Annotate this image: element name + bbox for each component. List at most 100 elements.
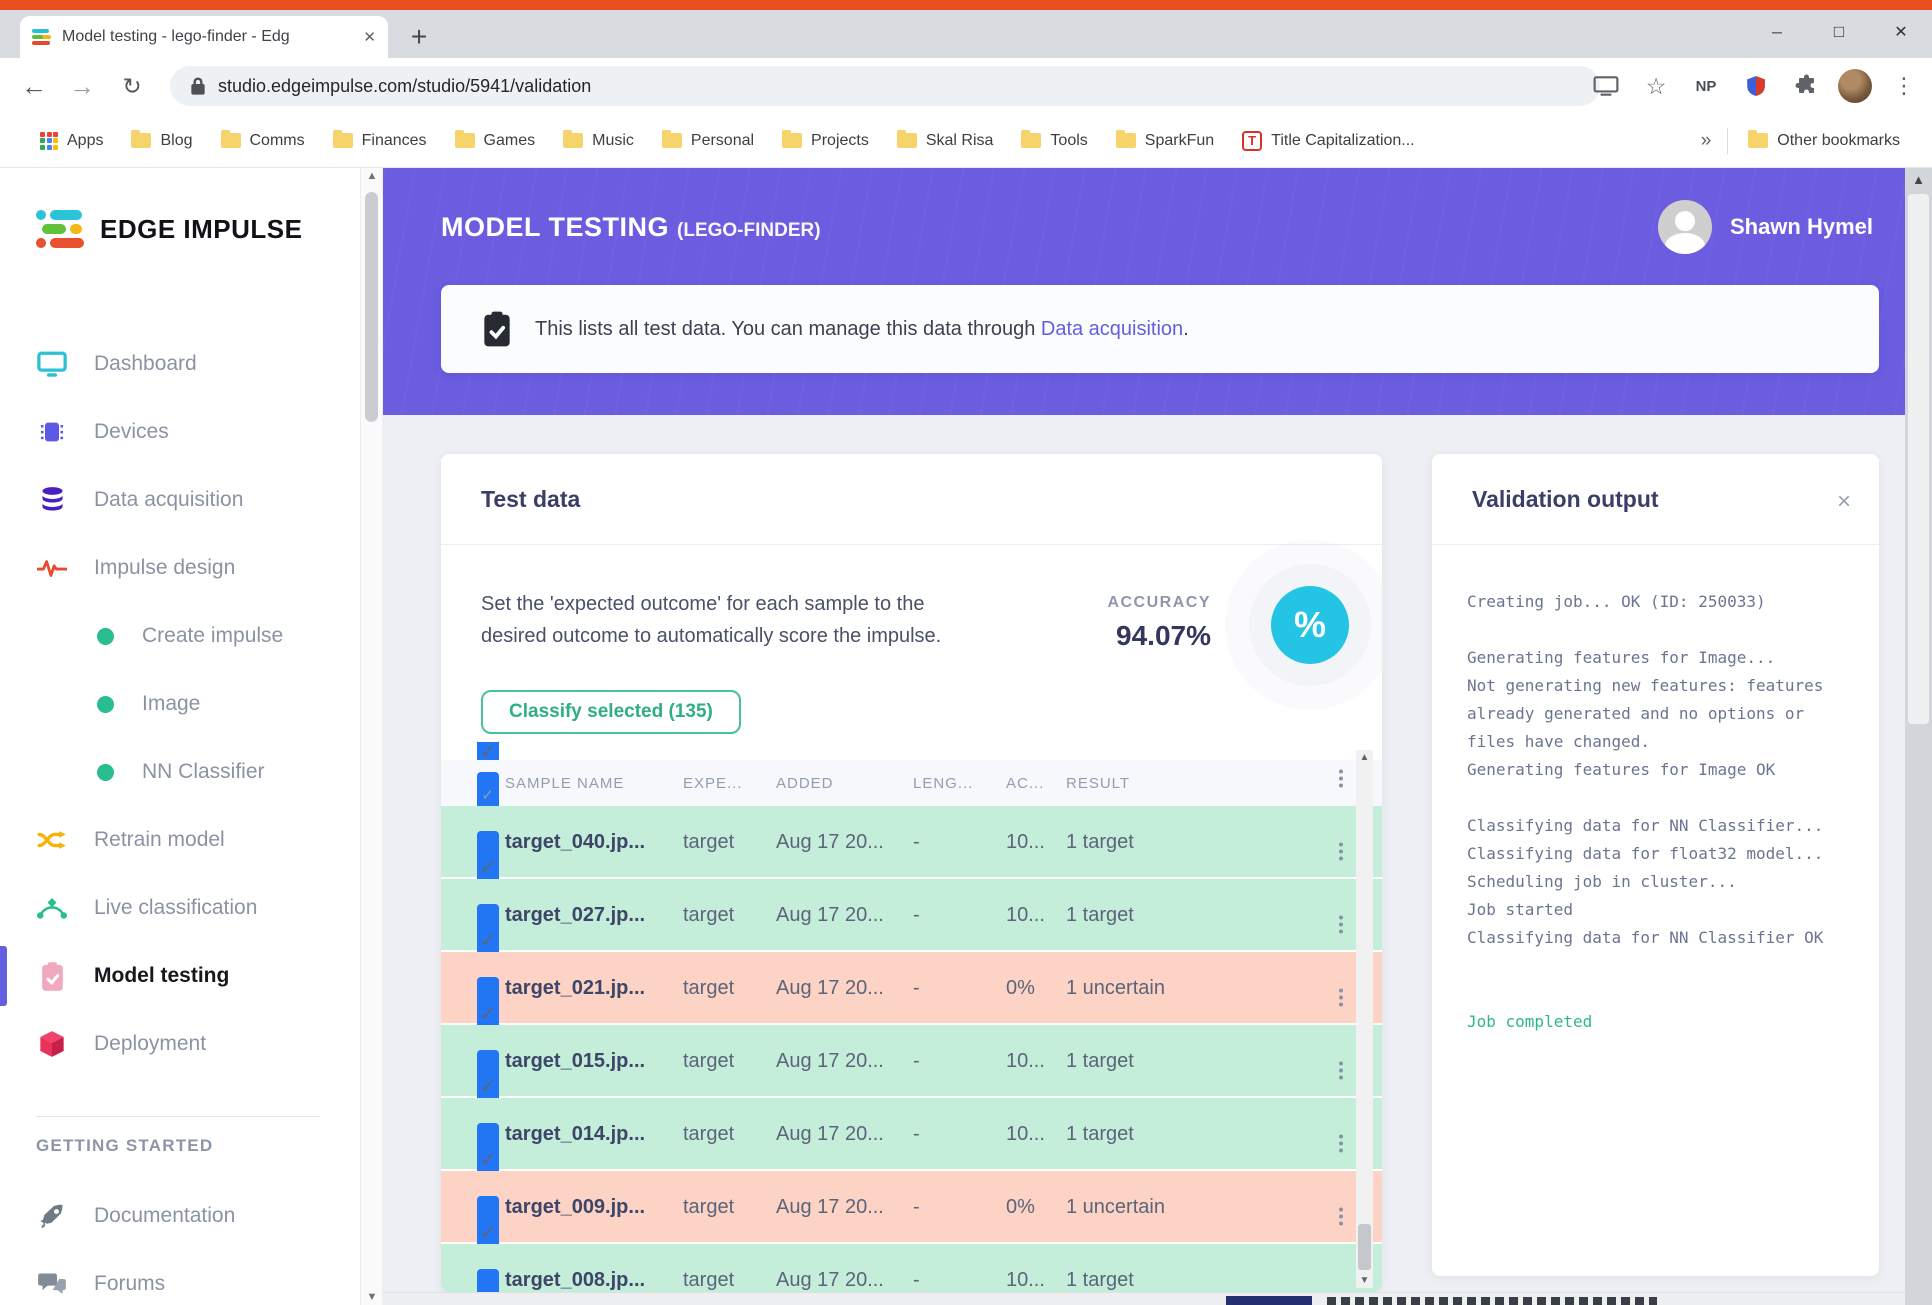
close-icon[interactable] (1870, 10, 1932, 54)
row-checkbox[interactable] (477, 742, 499, 760)
bookmarks-overflow-icon[interactable]: » (1691, 130, 1722, 152)
bookmark-label: Skal Risa (925, 131, 994, 149)
sidebar-item-deployment[interactable]: Deployment (0, 1010, 360, 1078)
sidebar-item-create-impulse[interactable]: Create impulse (0, 602, 360, 670)
close-panel-icon[interactable] (1837, 488, 1851, 516)
accuracy-cell: 10... (1006, 1050, 1045, 1072)
scroll-up-icon[interactable] (1905, 172, 1932, 187)
table-row[interactable]: target_014.jp... target Aug 17 20... - 1… (441, 1061, 1382, 1196)
result-cell: 1 uncertain (1066, 977, 1165, 999)
user-menu[interactable]: Shawn Hymel (1657, 200, 1873, 254)
new-tab-button[interactable] (398, 16, 440, 58)
row-menu-icon[interactable] (1334, 988, 1348, 1062)
bookmark-music[interactable]: Music (549, 124, 648, 158)
data-acquisition-link[interactable]: Data acquisition (1041, 318, 1183, 340)
added-date: Aug 17 20... (776, 831, 884, 853)
table-row[interactable]: target_015.jp... target Aug 17 20... - 1… (441, 988, 1382, 1123)
bookmark-projects[interactable]: Projects (768, 124, 883, 158)
scroll-down-icon[interactable] (1356, 1275, 1373, 1286)
sidebar-item-forums[interactable]: Forums (0, 1250, 360, 1305)
chrome-menu-icon[interactable] (1886, 68, 1922, 104)
table-row[interactable]: target_009.jp... target Aug 17 20... - 0… (441, 1134, 1382, 1269)
back-icon[interactable] (12, 58, 56, 114)
row-checkbox[interactable] (477, 1269, 499, 1292)
url-bar[interactable]: studio.edgeimpulse.com/studio/5941/valid… (170, 66, 1600, 106)
letter-t-icon: T (1242, 130, 1263, 151)
scroll-up-icon[interactable] (361, 170, 383, 182)
scrollbar-thumb[interactable] (1908, 194, 1929, 724)
row-menu-icon[interactable] (1334, 1207, 1348, 1281)
scrollbar-thumb[interactable] (1358, 1224, 1371, 1270)
table-row-partial[interactable]: target_0... target Aug 17 20... 10... 1 … (441, 742, 1382, 760)
sidebar-item-nn-classifier[interactable]: NN Classifier (0, 738, 360, 806)
scroll-down-icon[interactable] (361, 1291, 383, 1303)
browser-profile-avatar[interactable] (1838, 69, 1872, 103)
getting-started-heading: GETTING STARTED (36, 1136, 214, 1155)
row-menu-icon[interactable] (1334, 1134, 1348, 1208)
sidebar-scrollbar[interactable] (360, 168, 382, 1305)
sidebar-item-data-acquisition[interactable]: Data acquisition (0, 466, 360, 534)
test-data-table: target_0... target Aug 17 20... 10... 1 … (441, 742, 1382, 1292)
bookmark-sparkfun[interactable]: SparkFun (1102, 124, 1228, 158)
sidebar-item-model-testing[interactable]: Model testing (0, 942, 360, 1010)
bookmark-star-icon[interactable] (1638, 68, 1674, 104)
minimize-icon[interactable] (1746, 10, 1808, 54)
reload-icon[interactable] (110, 58, 154, 114)
other-bookmarks[interactable]: Other bookmarks (1734, 124, 1914, 158)
result-cell: 1 target (1066, 904, 1134, 926)
bookmark-title-capitalization[interactable]: T Title Capitalization... (1228, 124, 1428, 158)
shuffle-icon (36, 828, 68, 852)
profile-badge[interactable]: NP (1688, 68, 1724, 104)
folder-icon (896, 130, 917, 148)
column-added[interactable]: ADDED (776, 760, 834, 806)
bookmark-apps[interactable]: Apps (26, 124, 117, 158)
row-menu-icon[interactable] (1334, 842, 1348, 916)
tab-close-icon[interactable] (363, 28, 376, 46)
column-sample-name[interactable]: SAMPLE NAME (505, 760, 624, 806)
chip-icon (36, 418, 68, 446)
table-row[interactable]: target_040.jp... target Aug 17 20... - 1… (441, 769, 1382, 904)
table-scrollbar[interactable] (1356, 750, 1373, 1288)
shield-extension-icon[interactable] (1738, 68, 1774, 104)
sidebar-item-impulse-design[interactable]: Impulse design (0, 534, 360, 602)
bookmark-blog[interactable]: Blog (117, 124, 206, 158)
bookmark-personal[interactable]: Personal (648, 124, 768, 158)
scrollbar-thumb[interactable] (365, 192, 378, 422)
bookmark-skal-risa[interactable]: Skal Risa (883, 124, 1008, 158)
cast-icon[interactable] (1588, 68, 1624, 104)
forward-icon[interactable] (60, 58, 104, 114)
maximize-icon[interactable] (1808, 10, 1870, 54)
column-length[interactable]: LENG... (913, 760, 973, 806)
sidebar-item-retrain-model[interactable]: Retrain model (0, 806, 360, 874)
column-result[interactable]: RESULT (1066, 760, 1130, 806)
edge-impulse-logo[interactable]: EDGE IMPULSE (36, 210, 302, 248)
sidebar-item-image[interactable]: Image (0, 670, 360, 738)
classify-selected-button[interactable]: Classify selected (135) (481, 690, 741, 734)
column-expected[interactable]: EXPE... (683, 760, 743, 806)
row-menu-icon[interactable] (1334, 769, 1348, 843)
table-row[interactable]: target_021.jp... target Aug 17 20... - 0… (441, 915, 1382, 1050)
bookmark-games[interactable]: Games (441, 124, 550, 158)
clipped-table-row: target_0... target Aug 17 20... 10... 1 … (441, 742, 1382, 760)
accuracy-cell: 10... (1006, 1123, 1045, 1145)
sidebar-item-devices[interactable]: Devices (0, 398, 360, 466)
extensions-puzzle-icon[interactable] (1788, 68, 1824, 104)
expected-label: target (683, 742, 734, 760)
bookmark-tools[interactable]: Tools (1007, 124, 1101, 158)
sidebar-item-live-classification[interactable]: Live classification (0, 874, 360, 942)
user-avatar[interactable] (1657, 200, 1712, 254)
table-row[interactable]: target_008.jp... target Aug 17 20... - 1… (441, 1207, 1382, 1292)
browser-tab[interactable]: Model testing - lego-finder - Edg (20, 16, 388, 58)
column-accuracy[interactable]: AC... (1006, 760, 1044, 806)
page-scrollbar[interactable] (1905, 168, 1932, 1305)
row-menu-icon[interactable] (1334, 915, 1348, 989)
added-date: Aug 17 20... (776, 742, 884, 760)
scroll-up-icon[interactable] (1356, 752, 1373, 763)
table-row[interactable]: target_027.jp... target Aug 17 20... - 1… (441, 842, 1382, 977)
bookmark-finances[interactable]: Finances (319, 124, 441, 158)
sidebar-item-dashboard[interactable]: Dashboard (0, 330, 360, 398)
row-menu-icon[interactable] (1334, 1061, 1348, 1135)
bookmark-comms[interactable]: Comms (207, 124, 319, 158)
sidebar-item-documentation[interactable]: Documentation (0, 1182, 360, 1250)
